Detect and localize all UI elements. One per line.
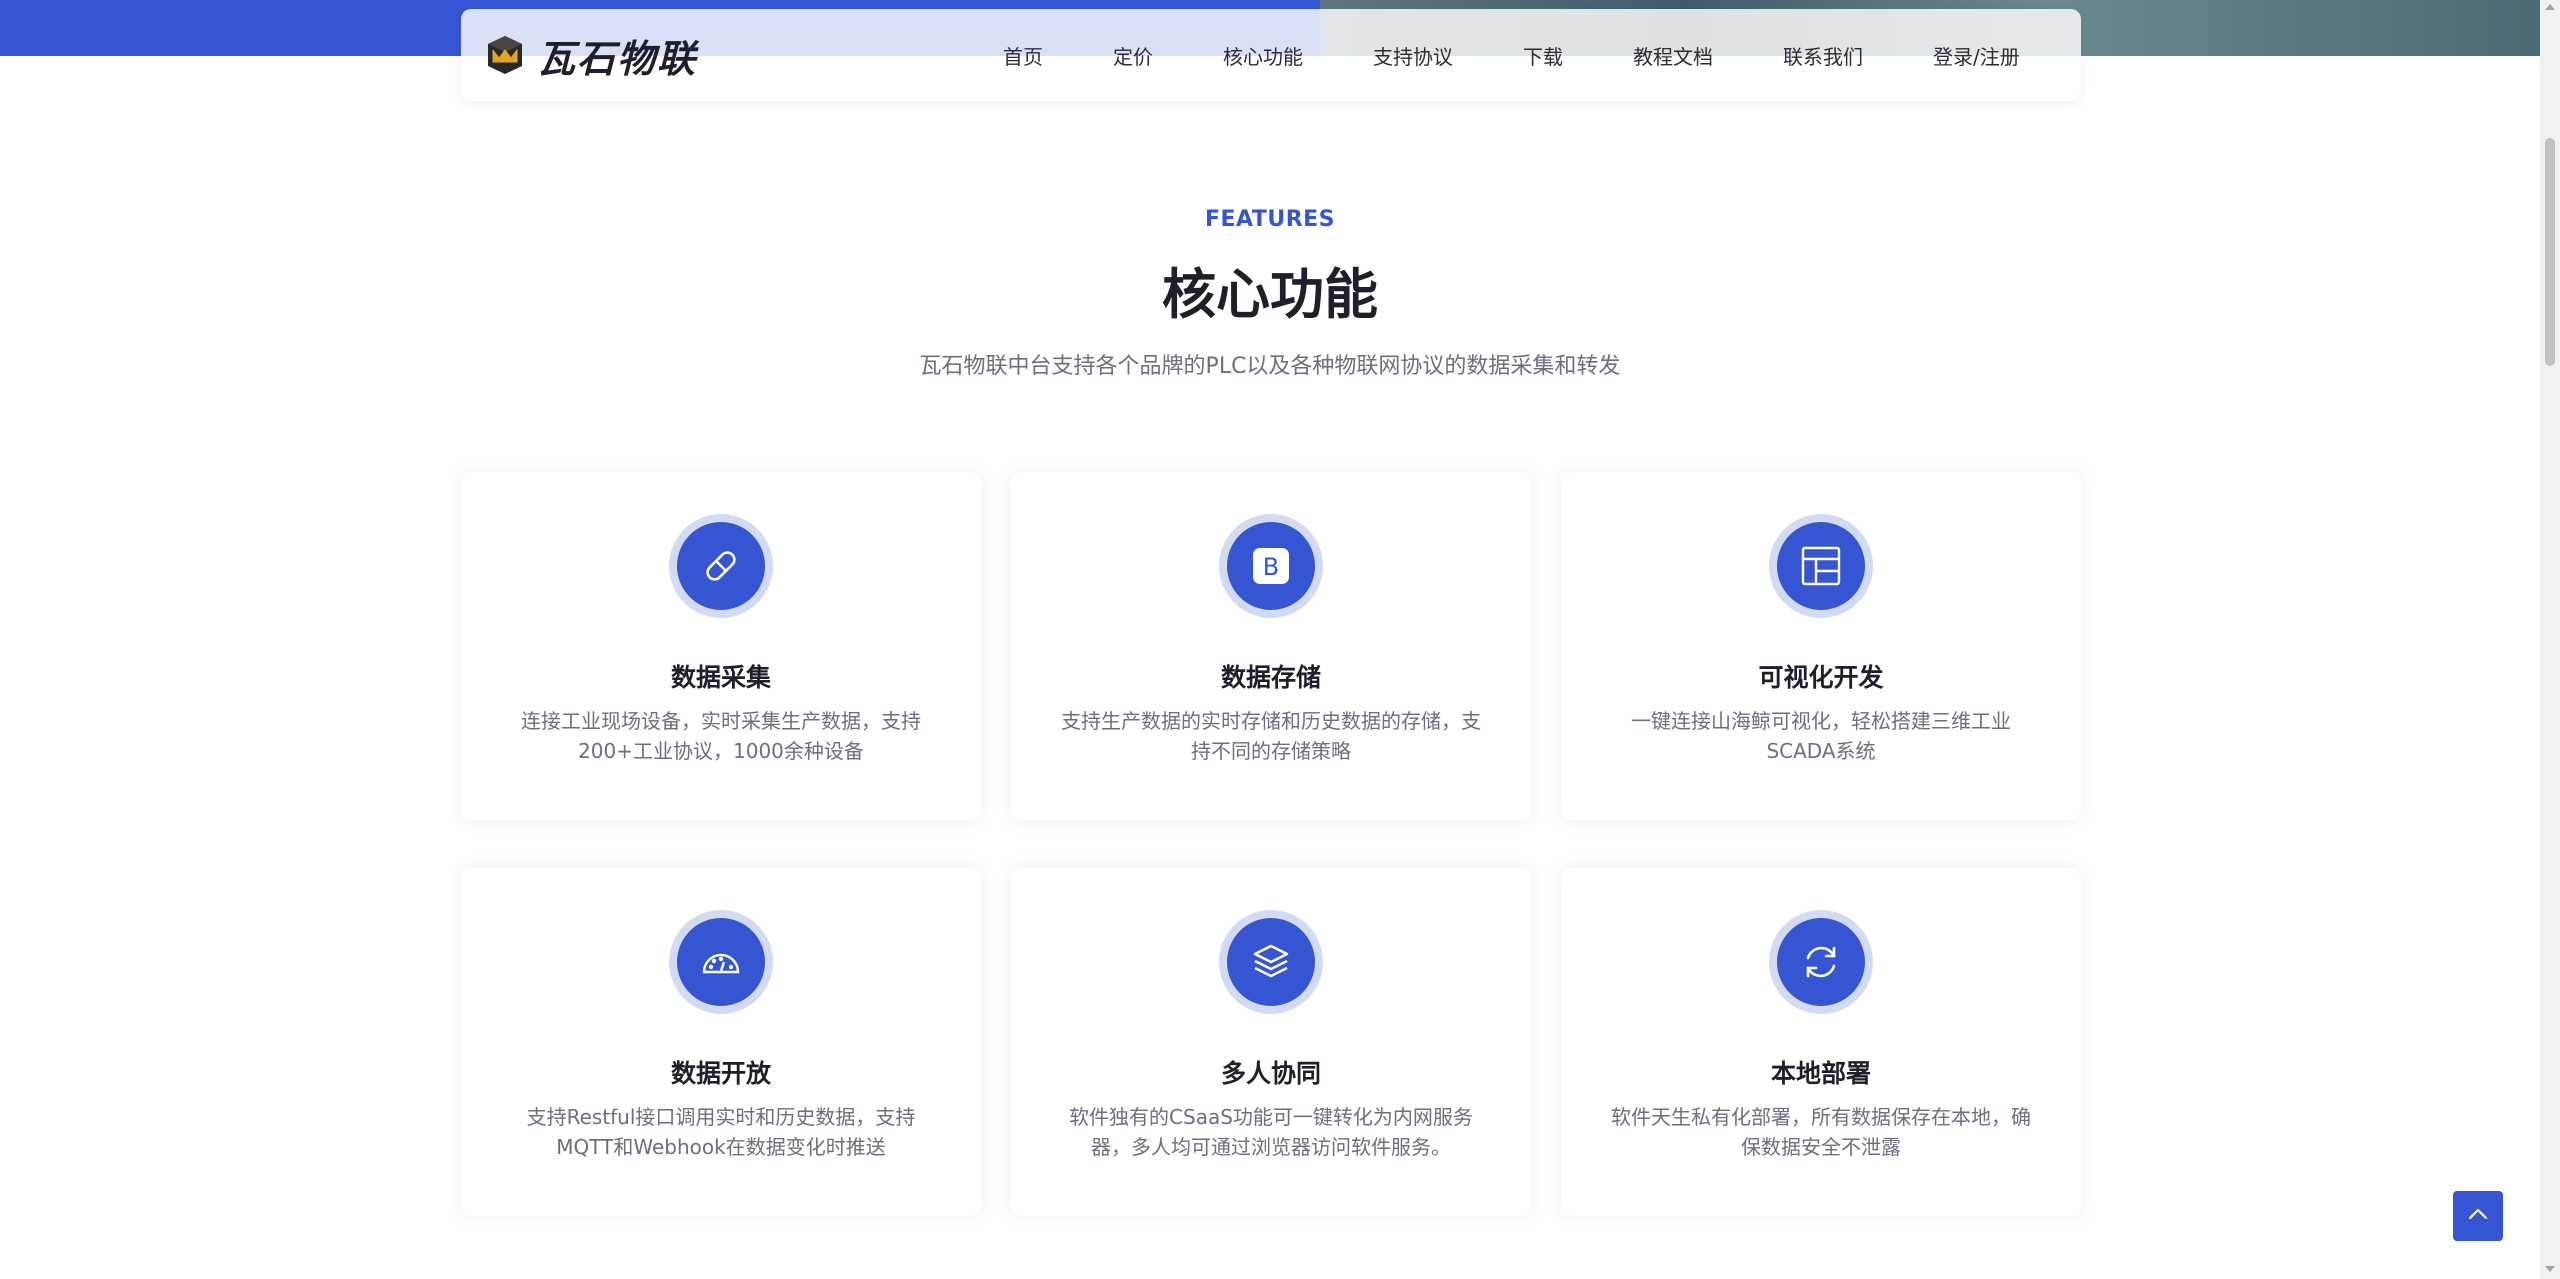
feature-card-data-collection: 数据采集 连接工业现场设备，实时采集生产数据，支持200+工业协议，1000余种… <box>461 472 981 820</box>
nav-item-contact[interactable]: 联系我们 <box>1783 9 1863 101</box>
section-eyebrow: FEATURES <box>1204 207 1336 232</box>
feature-card-title: 本地部署 <box>1770 1059 1871 1088</box>
layers-icon <box>1227 918 1315 1006</box>
nav-item-docs[interactable]: 教程文档 <box>1633 9 1713 101</box>
refresh-icon <box>1777 918 1865 1006</box>
nav-item-features[interactable]: 核心功能 <box>1223 9 1303 101</box>
feature-card-description: 软件天生私有化部署，所有数据保存在本地，确保数据安全不泄露 <box>1611 1105 2031 1159</box>
capsule-icon <box>677 522 765 610</box>
feature-card-title: 数据开放 <box>670 1059 771 1088</box>
scroll-down-arrow-icon[interactable] <box>2545 1266 2555 1272</box>
layout-grid-icon <box>1777 522 1865 610</box>
scroll-up-arrow-icon[interactable] <box>2545 4 2555 10</box>
feature-card-description: 支持生产数据的实时存储和历史数据的存储，支持不同的存储策略 <box>1061 709 1481 763</box>
chevron-up-icon <box>2465 1201 2491 1231</box>
feature-card-data-storage: B 数据存储 支持生产数据的实时存储和历史数据的存储，支持不同的存储策略 <box>1011 472 1531 820</box>
nav-item-home[interactable]: 首页 <box>1003 9 1043 101</box>
feature-card-open-data: 数据开放 支持Restful接口调用实时和历史数据，支持MQTT和Webhook… <box>461 868 981 1216</box>
feature-card-collaboration: 多人协同 软件独有的CSaaS功能可一键转化为内网服务器，多人均可通过浏览器访问… <box>1011 868 1531 1216</box>
feature-card-description: 连接工业现场设备，实时采集生产数据，支持200+工业协议，1000余种设备 <box>521 709 921 763</box>
feature-card-visualization: 可视化开发 一键连接山海鲸可视化，轻松搭建三维工业SCADA系统 <box>1561 472 2081 820</box>
feature-card-description: 一键连接山海鲸可视化，轻松搭建三维工业SCADA系统 <box>1631 709 2011 763</box>
nav-item-login[interactable]: 登录/注册 <box>1933 9 2020 101</box>
back-to-top-button[interactable] <box>2453 1191 2503 1241</box>
section-title: 核心功能 <box>1162 263 1378 326</box>
main-nav: 首页 定价 核心功能 支持协议 下载 教程文档 联系我们 登录/注册 <box>461 9 2081 101</box>
nav-item-protocols[interactable]: 支持协议 <box>1373 9 1453 101</box>
bootstrap-b-icon: B <box>1227 522 1315 610</box>
scrollbar-thumb[interactable] <box>2545 138 2555 366</box>
feature-card-title: 多人协同 <box>1220 1059 1321 1088</box>
nav-item-download[interactable]: 下载 <box>1523 9 1563 101</box>
feature-card-description: 软件独有的CSaaS功能可一键转化为内网服务器，多人均可通过浏览器访问软件服务。 <box>1069 1105 1473 1159</box>
feature-card-title: 数据存储 <box>1220 663 1321 692</box>
site-header: 瓦石物联 首页 定价 核心功能 支持协议 下载 教程文档 联系我们 登录/注册 <box>461 9 2081 101</box>
feature-card-description: 支持Restful接口调用实时和历史数据，支持MQTT和Webhook在数据变化… <box>526 1105 916 1159</box>
section-subtitle: 瓦石物联中台支持各个品牌的PLC以及各种物联网协议的数据采集和转发 <box>919 354 1621 379</box>
feature-card-local-deploy: 本地部署 软件天生私有化部署，所有数据保存在本地，确保数据安全不泄露 <box>1561 868 2081 1216</box>
svg-text:B: B <box>1263 553 1279 581</box>
feature-card-title: 可视化开发 <box>1758 663 1884 692</box>
speedometer-icon <box>677 918 765 1006</box>
feature-card-title: 数据采集 <box>670 663 771 692</box>
nav-item-pricing[interactable]: 定价 <box>1113 9 1153 101</box>
